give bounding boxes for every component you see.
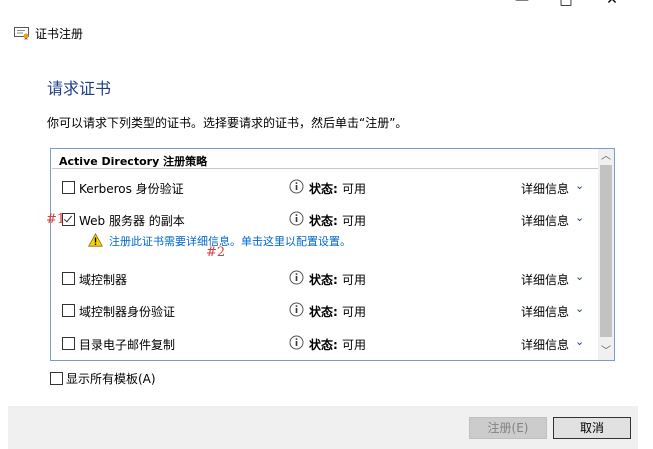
chevron-down-icon[interactable]: ⌄ bbox=[575, 302, 584, 315]
certificate-row-directory-email: 目录电子邮件复制 状态: 可用 详细信息 ⌄ bbox=[51, 333, 598, 355]
info-icon bbox=[289, 179, 304, 194]
policy-header: Active Directory 注册策略 bbox=[59, 155, 208, 168]
page-description: 你可以请求下列类型的证书。选择要请求的证书，然后单击“注册”。 bbox=[47, 116, 408, 130]
show-all-templates-checkbox[interactable] bbox=[50, 372, 63, 385]
scrollbar-thumb[interactable] bbox=[600, 165, 612, 337]
certificate-checkbox[interactable] bbox=[62, 181, 75, 194]
warning-icon bbox=[88, 233, 103, 247]
certificate-icon bbox=[14, 27, 29, 40]
minimize-button[interactable]: — bbox=[512, 0, 532, 9]
certificate-name: Kerberos 身份验证 bbox=[79, 182, 184, 196]
chevron-down-icon[interactable]: ⌄ bbox=[575, 211, 584, 224]
details-link[interactable]: 详细信息 bbox=[521, 303, 569, 320]
certificate-row-domain-controller: 域控制器 状态: 可用 详细信息 ⌄ bbox=[51, 268, 598, 290]
details-link[interactable]: 详细信息 bbox=[521, 336, 569, 353]
details-link[interactable]: 详细信息 bbox=[521, 212, 569, 229]
status-label: 状态: bbox=[309, 214, 338, 228]
scrollbar[interactable]: ︿ ﹀ bbox=[598, 149, 614, 360]
status-label: 状态: bbox=[309, 305, 338, 319]
scroll-down-icon[interactable]: ﹀ bbox=[598, 345, 614, 359]
button-bar: 注册(E) 取消 bbox=[8, 406, 638, 449]
status-value: 可用 bbox=[342, 305, 367, 319]
show-all-templates-label[interactable]: 显示所有模板(A) bbox=[66, 370, 156, 387]
details-link[interactable]: 详细信息 bbox=[521, 271, 569, 288]
info-icon bbox=[289, 270, 304, 285]
configure-settings-link[interactable]: 注册此证书需要详细信息。单击这里以配置设置。 bbox=[109, 233, 351, 249]
chevron-down-icon[interactable]: ⌄ bbox=[575, 270, 584, 283]
scroll-up-icon[interactable]: ︿ bbox=[598, 150, 614, 164]
certificate-row-kerberos: Kerberos 身份验证 状态: 可用 详细信息 ⌄ bbox=[51, 177, 598, 199]
status-value: 可用 bbox=[342, 214, 367, 228]
status-value: 可用 bbox=[342, 273, 367, 287]
certificate-row-web-server: Web 服务器 的副本 状态: 可用 详细信息 ⌄ bbox=[51, 209, 598, 231]
window-title: 证书注册 bbox=[35, 27, 84, 41]
status-label: 状态: bbox=[309, 338, 338, 352]
chevron-down-icon[interactable]: ⌄ bbox=[575, 335, 584, 348]
status-label: 状态: bbox=[309, 273, 338, 287]
certificate-checkbox[interactable] bbox=[62, 304, 75, 317]
chevron-down-icon[interactable]: ⌄ bbox=[575, 179, 584, 192]
info-icon bbox=[289, 335, 304, 350]
cancel-button[interactable]: 取消 bbox=[553, 417, 631, 439]
certificate-name: 域控制器身份验证 bbox=[79, 305, 176, 319]
enroll-button[interactable]: 注册(E) bbox=[469, 417, 547, 439]
annotation-marker-2: #2 bbox=[206, 245, 226, 260]
certificate-list: Active Directory 注册策略 Kerberos 身份验证 状态: … bbox=[50, 148, 615, 361]
info-icon bbox=[289, 302, 304, 317]
header-divider bbox=[52, 168, 598, 169]
details-link[interactable]: 详细信息 bbox=[521, 180, 569, 197]
status-value: 可用 bbox=[342, 338, 367, 352]
certificate-checkbox[interactable] bbox=[62, 272, 75, 285]
maximize-button[interactable]: □ bbox=[556, 0, 576, 9]
page-heading: 请求证书 bbox=[47, 79, 112, 98]
certificate-name: 目录电子邮件复制 bbox=[79, 338, 176, 352]
status-label: 状态: bbox=[309, 182, 338, 196]
certificate-name: Web 服务器 的副本 bbox=[79, 214, 185, 228]
certificate-row-domain-controller-auth: 域控制器身份验证 状态: 可用 详细信息 ⌄ bbox=[51, 300, 598, 322]
status-value: 可用 bbox=[342, 182, 367, 196]
certificate-name: 域控制器 bbox=[79, 273, 128, 287]
certificate-checkbox[interactable] bbox=[62, 337, 75, 350]
info-icon bbox=[289, 211, 304, 226]
annotation-marker-1: #1 bbox=[46, 212, 66, 227]
close-button[interactable]: ✕ bbox=[602, 0, 622, 9]
